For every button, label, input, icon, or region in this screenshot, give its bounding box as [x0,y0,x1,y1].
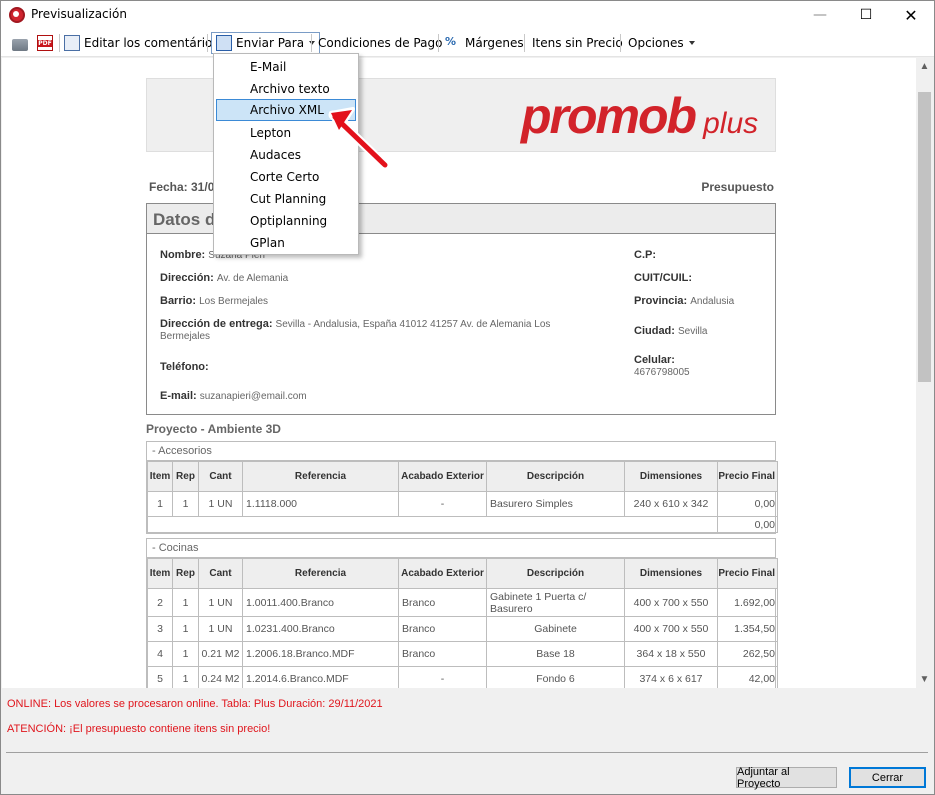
subtotal-row: 0,00 [147,516,778,533]
col-header: Precio Final [717,461,778,492]
options-label: Opciones [628,36,684,50]
edit-document-icon [64,35,80,51]
client-tax-field: CUIT/CUIL: [634,272,693,284]
col-header: Acabado Exterior [398,461,487,492]
margins-label: Márgenes [465,36,524,50]
client-zip-field: C.P: [634,249,656,261]
col-header: Precio Final [717,558,778,589]
preview-window: Previsualización — ☐ ✕ Editar los coment… [0,0,935,795]
toolbar-separator [59,34,60,52]
red-pointer-arrow-icon [328,107,390,170]
doc-type-label: Presupuesto [701,180,774,194]
col-header: Dimensiones [624,461,718,492]
payment-terms-button[interactable]: Condiciones de Pago [318,32,442,54]
toolbar-separator [524,34,525,52]
chevron-down-icon [309,41,316,45]
col-header: Item [147,461,173,492]
send-to-dropdown[interactable]: Enviar Para [211,32,321,54]
pdf-button[interactable] [37,32,57,54]
col-header: Rep [172,558,199,589]
scroll-up-icon[interactable]: ▲ [916,58,933,75]
table-header-row: Item Rep Cant Referencia Acabado Exterio… [147,461,778,492]
percent-icon: % [445,35,457,48]
menu-item-optiplanning[interactable]: Optiplanning [216,210,356,232]
client-district-field: Barrio: Los Bermejales [160,295,269,307]
margins-button[interactable]: % Márgenes [445,32,524,54]
items-table: Item Rep Cant Referencia Acabado Exterio… [147,461,778,533]
close-window-button[interactable]: ✕ [888,1,934,29]
maximize-button[interactable]: ☐ [843,1,889,29]
col-header: Item [147,558,173,589]
send-icon [216,35,232,51]
chevron-down-icon [688,41,695,45]
table-row: 5 1 0.24 M2 1.2014.6.Branco.MDF - Fondo 6 37… [147,666,778,688]
group-title: - Accesorios [147,442,775,461]
client-address-field: Dirección: Av. de Alemania [160,272,289,284]
col-header: Descripción [486,558,625,589]
toolbar-separator [207,34,208,52]
client-delivery-field: Dirección de entrega: Sevilla - Andalusi… [160,318,551,342]
menu-item-email[interactable]: E-Mail [216,56,356,78]
table-row: 111 UN 1.1118.000- Basurero Simples 240 x… [147,491,778,517]
logo-sub-text: plus [703,107,759,140]
menu-item-gplan[interactable]: GPlan [216,232,356,254]
menu-item-text-file[interactable]: Archivo texto [216,78,356,100]
logo-main-text: promob [521,88,697,144]
toolbar-separator [620,34,621,52]
toolbar-separator [311,34,312,52]
scroll-thumb[interactable] [918,92,931,382]
options-dropdown[interactable]: Opciones [628,32,695,54]
toolbar: Editar los comentários Enviar Para Condi… [1,29,934,57]
document-viewport[interactable]: promob plus Fecha: 31/0 Presupuesto Datos… [2,58,916,688]
client-mobile-field: Celular: 4676798005 [634,354,690,378]
items-no-price-button[interactable]: Itens sin Precio [532,32,623,54]
col-header: Dimensiones [624,558,718,589]
client-city-field: Ciudad: Sevilla [634,325,708,337]
subtotal-value: 0,00 [717,516,778,533]
table-row: 4 1 0.21 M2 1.2006.18.Branco.MDF Branco Base… [147,641,778,667]
table-row: 311 UN 1.0231.400.Branco Branco Gabinete 4… [147,616,778,642]
items-no-price-label: Itens sin Precio [532,36,623,50]
pdf-icon [37,35,53,51]
title-bar: Previsualización — ☐ ✕ [1,1,934,29]
client-phone-field: Teléfono: [160,361,209,373]
group-title: - Cocinas [147,539,775,558]
send-to-label: Enviar Para [236,36,305,50]
window-title: Previsualización [31,7,127,21]
scroll-down-icon[interactable]: ▼ [916,671,933,688]
printer-icon [12,38,28,51]
online-status-text: ONLINE: Los valores se procesaron online… [7,698,383,710]
toolbar-separator [438,34,439,52]
edit-comments-label: Editar los comentários [84,36,219,50]
table-row: 211 UN 1.0011.400.Branco Branco Gabinete 1… [147,588,778,617]
col-header: Rep [172,461,199,492]
promob-app-icon [9,7,25,23]
project-title: Proyecto - Ambiente 3D [146,422,281,436]
print-button[interactable] [12,32,32,54]
col-header: Referencia [242,461,399,492]
warning-status-text: ATENCIÓN: ¡El presupuesto contiene itens… [7,723,271,735]
attach-to-project-button[interactable]: Adjuntar al Proyecto [736,766,837,790]
vertical-scrollbar[interactable]: ▲ ▼ [916,58,933,688]
promob-plus-logo: promob plus [521,87,758,145]
payment-terms-label: Condiciones de Pago [318,36,443,50]
items-table: Item Rep Cant Referencia Acabado Exterio… [147,558,778,688]
client-province-field: Provincia: Andalusia [634,295,735,307]
menu-item-cut-planning[interactable]: Cut Planning [216,188,356,210]
edit-comments-button[interactable]: Editar los comentários [64,32,219,54]
client-email-field: E-mail: suzanapieri@email.com [160,390,307,402]
col-header: Descripción [486,461,625,492]
col-header: Referencia [242,558,399,589]
col-header: Acabado Exterior [398,558,487,589]
close-button[interactable]: Cerrar [849,767,926,788]
col-header: Cant [198,558,243,589]
group-cocinas: - Cocinas Item Rep Cant Referencia Acaba… [146,538,778,688]
col-header: Cant [198,461,243,492]
table-header-row: Item Rep Cant Referencia Acabado Exterio… [147,558,778,589]
date-label: Fecha: 31/0 [149,180,215,194]
footer-divider [6,752,928,753]
minimize-button[interactable]: — [797,1,843,29]
group-accesorios: - Accesorios Item Rep Cant Referencia Ac… [146,441,778,534]
